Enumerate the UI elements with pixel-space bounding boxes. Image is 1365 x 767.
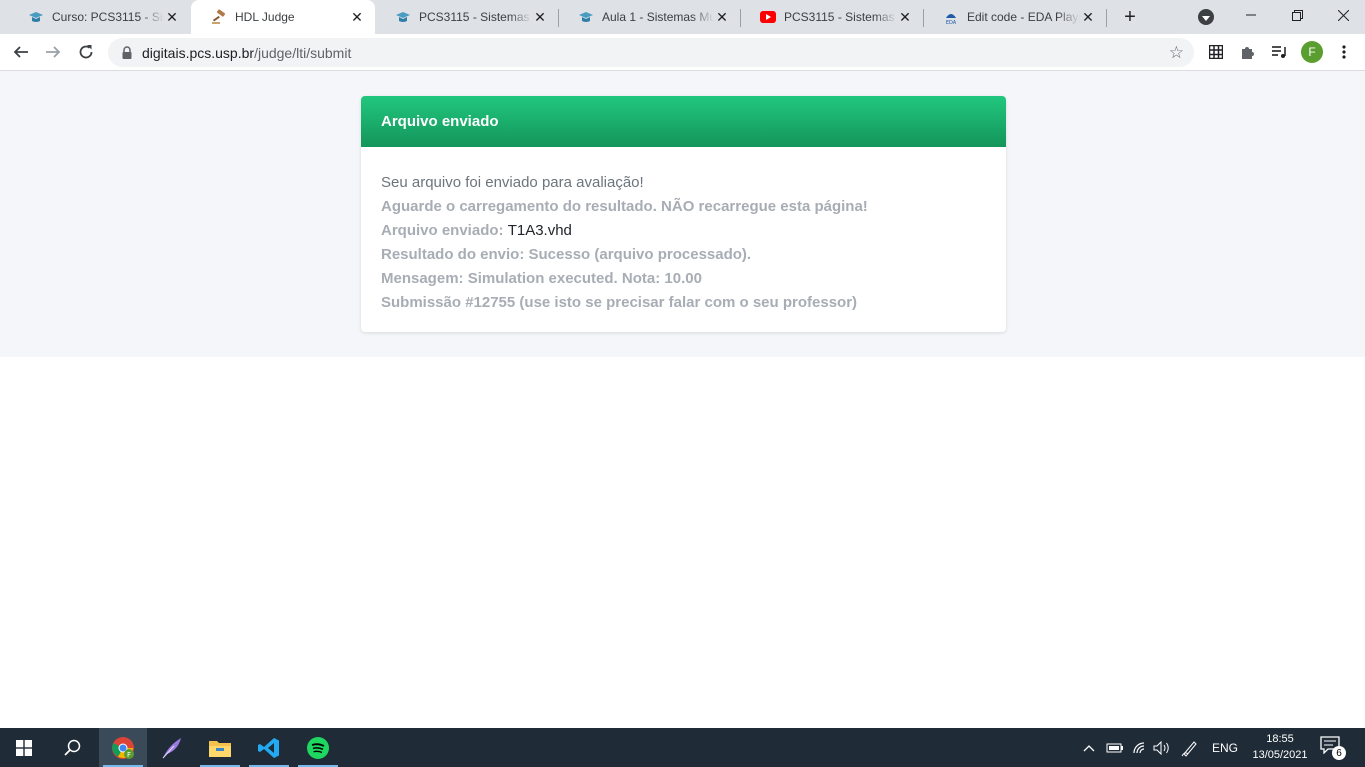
search-icon[interactable] [48, 728, 96, 767]
profile-avatar[interactable]: F [1301, 41, 1323, 63]
sent-message: Seu arquivo foi enviado para avaliação! [381, 174, 644, 191]
back-arrow-icon[interactable] [11, 42, 31, 62]
file-sent-line: Arquivo enviado: T1A3.vhd [381, 222, 572, 239]
lock-icon[interactable] [120, 46, 134, 60]
new-tab-button[interactable]: + [1118, 5, 1142, 29]
svg-text:F: F [127, 751, 131, 759]
volume-speaker-icon[interactable] [1153, 728, 1171, 767]
notification-center-icon[interactable]: 6 [1320, 736, 1346, 760]
forward-arrow-icon[interactable] [43, 42, 63, 62]
pen-workspace-icon[interactable] [1181, 728, 1199, 767]
gavel-icon [211, 9, 227, 25]
bookmark-star-icon[interactable]: ☆ [1169, 43, 1184, 63]
tab-youtube[interactable]: PCS3115 - Sistemas Digitais ✕ [740, 0, 923, 34]
tab-hdl-judge[interactable]: HDL Judge ✕ [191, 0, 375, 34]
close-icon[interactable]: ✕ [532, 9, 548, 25]
moodle-icon [28, 9, 44, 25]
wait-message: Aguarde o carregamento do resultado. NÃO… [381, 198, 868, 215]
close-icon[interactable]: ✕ [897, 9, 913, 25]
message-line: Mensagem: Simulation executed. Nota: 10.… [381, 270, 702, 287]
browser-toolbar: digitais.pcs.usp.br/judge/lti/submit ☆ F [0, 34, 1365, 71]
tab-aula-1[interactable]: Aula 1 - Sistemas Multiplexados ✕ [558, 0, 740, 34]
page-content: Arquivo enviado Seu arquivo foi enviado … [0, 71, 1365, 728]
show-hidden-icons-chevron-up-icon[interactable] [1083, 728, 1095, 767]
media-queue-icon[interactable] [1269, 42, 1289, 62]
tab-eda-playground[interactable]: EDA Edit code - EDA Playground ✕ [923, 0, 1106, 34]
svg-text:EDA: EDA [946, 20, 957, 25]
reload-icon[interactable] [76, 42, 96, 62]
windows-taskbar: F ENG 18:55 13/05/2021 6 [0, 728, 1365, 767]
youtube-icon [760, 9, 776, 25]
card-body: Seu arquivo foi enviado para avaliação! … [361, 147, 1006, 315]
minimize-button[interactable] [1228, 0, 1274, 30]
language-indicator[interactable]: ENG [1212, 728, 1238, 767]
tab-strip: Curso: PCS3115 - Sistemas Digitais ✕ HDL… [0, 0, 1365, 34]
start-windows-icon[interactable] [0, 728, 48, 767]
extensions-puzzle-icon[interactable] [1238, 42, 1258, 62]
quill-app-icon[interactable] [148, 728, 196, 767]
file-explorer-icon[interactable] [196, 728, 244, 767]
submission-line: Submissão #12755 (use isto se precisar f… [381, 294, 858, 311]
file-name: T1A3.vhd [507, 222, 572, 239]
close-icon[interactable]: ✕ [714, 9, 730, 25]
url-text: digitais.pcs.usp.br/judge/lti/submit [142, 44, 352, 61]
submission-card: Arquivo enviado Seu arquivo foi enviado … [361, 96, 1006, 332]
tab-pcs3115[interactable]: PCS3115 - Sistemas Digitais ✕ [375, 0, 558, 34]
chrome-taskbar-icon[interactable]: F [99, 728, 147, 767]
close-window-button[interactable] [1320, 0, 1365, 30]
restore-button[interactable] [1274, 0, 1320, 30]
spotify-icon[interactable] [294, 728, 342, 767]
system-clock[interactable]: 18:55 13/05/2021 [1240, 731, 1320, 763]
close-icon[interactable]: ✕ [349, 9, 365, 25]
clock-time: 18:55 [1266, 733, 1294, 745]
vscode-icon[interactable] [245, 728, 293, 767]
more-menu-icon[interactable] [1334, 42, 1354, 62]
apps-grid-icon[interactable] [1206, 42, 1226, 62]
moodle-icon [395, 9, 411, 25]
tab-search-icon[interactable] [1198, 9, 1214, 25]
address-bar[interactable]: digitais.pcs.usp.br/judge/lti/submit ☆ [108, 38, 1194, 67]
close-icon[interactable]: ✕ [164, 9, 180, 25]
battery-icon[interactable] [1106, 728, 1124, 767]
close-icon[interactable]: ✕ [1080, 9, 1096, 25]
result-line: Resultado do envio: Sucesso (arquivo pro… [381, 246, 752, 263]
notification-badge: 6 [1332, 746, 1346, 760]
wifi-icon[interactable] [1132, 728, 1148, 767]
tab-separator [1106, 9, 1107, 27]
clock-date: 13/05/2021 [1252, 749, 1308, 761]
moodle-icon [578, 9, 594, 25]
tab-curso[interactable]: Curso: PCS3115 - Sistemas Digitais ✕ [8, 0, 190, 34]
eda-icon: EDA [943, 9, 959, 25]
card-header: Arquivo enviado [361, 96, 1006, 147]
